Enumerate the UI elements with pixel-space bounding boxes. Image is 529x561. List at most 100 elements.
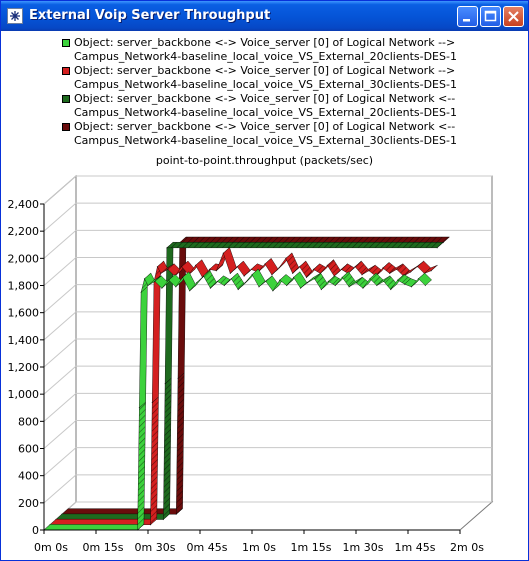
data-point [368,270,370,272]
data-point [326,264,328,266]
data-point [140,291,142,293]
y-tick-label: 2,000 [8,252,40,265]
data-point [403,283,406,285]
y-tick-label: 1,200 [8,361,40,374]
data-point [382,267,384,269]
data-point [383,280,385,283]
y-tick-label: 800 [18,415,39,428]
data-point [160,272,162,275]
x-tick-label: 0m 30s [135,541,176,554]
data-point [243,275,245,277]
data-point [327,280,329,283]
x-tick-label: 1m 45s [395,541,436,554]
data-point [298,266,301,268]
series-segment [179,236,451,243]
data-point [285,257,287,260]
y-tick-label: 1,400 [8,334,40,347]
data-point [236,266,238,268]
data-point [286,284,288,287]
data-point [340,268,342,270]
data-point [313,278,315,280]
throughput-chart: 0 200 400 600 800 1,000 1,200 1,400 1,600 1,800 2,… [8,174,494,554]
y-tick-label: 0 [32,524,39,537]
x-tick-label: 0m 0s [34,541,68,554]
data-point [397,279,399,281]
data-point [189,290,191,292]
data-point [149,524,152,526]
data-point [209,287,211,289]
series-segment [43,524,145,531]
data-point [156,266,159,268]
data-point [166,247,168,249]
data-point [167,268,169,270]
data-point [410,286,413,288]
data-point [341,276,343,278]
data-point [306,282,309,284]
data-point [430,270,432,272]
data-point [361,274,363,276]
data-point [154,280,156,283]
data-point [229,272,231,275]
data-point [182,276,184,278]
data-point [264,263,266,265]
data-point [230,278,232,280]
data-point [424,284,426,287]
data-point [250,268,252,270]
data-point [177,377,179,380]
data-point [265,280,267,283]
y-tick-label: 2,400 [8,198,40,211]
x-tick-label: 1m 0s [242,541,276,554]
x-tick-label: 0m 45s [187,541,228,554]
data-point [279,279,281,281]
data-point [202,275,205,277]
data-point [175,513,177,515]
y-tick-label: 200 [18,497,39,510]
series-segment [166,242,445,249]
data-point [362,287,364,289]
data-point [181,266,183,268]
data-point [334,284,336,287]
data-point [389,272,391,275]
data-point [195,282,198,284]
data-point [208,268,211,270]
data-point [237,288,239,291]
data-point [251,274,253,276]
y-tick-label: 400 [18,470,39,483]
y-tick-label: 1,000 [8,388,40,401]
data-point [417,278,419,280]
data-point [216,280,218,283]
x-tick-label: 0m 15s [83,541,124,554]
data-point [278,267,280,269]
data-point [164,383,166,385]
x-tick-label: 1m 30s [343,541,384,554]
data-point [299,287,302,289]
data-point [244,282,246,284]
data-point [348,286,350,288]
data-point [271,274,273,276]
data-point [138,407,140,409]
data-point [194,264,197,266]
x-tick-label: 1m 15s [291,541,332,554]
data-point [376,284,378,287]
y-tick-label: 600 [18,443,39,456]
data-point [143,278,146,280]
y-tick-label: 1,600 [8,307,40,320]
data-point [215,270,217,272]
data-point [320,288,322,291]
data-point [354,266,356,268]
data-point [369,278,371,280]
data-point [222,252,224,254]
data-point [293,276,295,278]
data-point [258,286,260,288]
data-point [416,266,419,268]
data-point [175,286,177,288]
data-point [162,518,164,521]
data-point [409,271,412,273]
data-point [292,272,294,275]
data-point [161,287,163,289]
data-point [390,288,392,291]
data-point [436,247,438,249]
data-point [355,282,357,284]
data-point [223,284,225,287]
data-point [396,268,398,270]
